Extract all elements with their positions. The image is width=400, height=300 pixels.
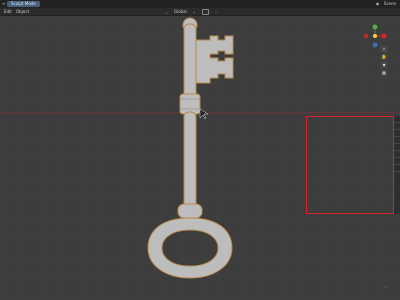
menu-edit[interactable]: Edit <box>4 9 12 14</box>
pan-icon[interactable]: ✋ <box>381 54 387 60</box>
workspace-tab[interactable]: Sculpt Mode <box>7 1 40 7</box>
camera-icon[interactable]: ▪ <box>381 62 387 68</box>
sidebar-tab[interactable] <box>394 130 400 137</box>
pivot-icon[interactable]: ⌄ <box>193 9 196 14</box>
3d-viewport[interactable]: ⌕ ✋ ▪ ▦ ‹ <box>0 16 400 300</box>
key-bit <box>195 35 234 84</box>
view-icon[interactable]: ⌞ <box>166 9 168 14</box>
transform-controls: ⌞ Global ⌄ ◦ <box>166 9 217 15</box>
scene-icon[interactable]: ◆ <box>376 1 379 7</box>
key-neck <box>177 203 203 219</box>
menu-object[interactable]: Object <box>16 9 29 14</box>
window-menu-icon[interactable]: ≡ <box>2 1 5 7</box>
viewport-header: Edit Object ⌞ Global ⌄ ◦ <box>0 8 400 16</box>
sidebar-tab[interactable] <box>394 158 400 165</box>
sidebar-tabs <box>394 116 400 214</box>
key-upper-shaft <box>183 23 197 101</box>
highlight-box <box>306 116 394 214</box>
sidebar-tab[interactable] <box>394 116 400 123</box>
sidebar-tab[interactable] <box>394 137 400 144</box>
snap-icon[interactable] <box>202 9 209 15</box>
sidebar-tab[interactable] <box>394 151 400 158</box>
key-lower-shaft <box>183 111 197 211</box>
sidebar-tab[interactable] <box>394 165 400 172</box>
grid-icon[interactable]: ▦ <box>381 70 387 76</box>
sidebar-tab[interactable] <box>394 123 400 130</box>
scene-label[interactable]: Scene <box>384 1 396 7</box>
top-bar: ≡ Sculpt Mode ◆ Scene <box>0 0 400 8</box>
key-collar <box>179 93 201 115</box>
proportional-icon[interactable]: ◦ <box>215 9 217 14</box>
sidebar-tab[interactable] <box>394 144 400 151</box>
orientation-dropdown[interactable]: Global <box>174 9 187 14</box>
zoom-icon[interactable]: ⌕ <box>381 46 387 52</box>
collapse-icon[interactable]: ‹ <box>385 284 387 289</box>
